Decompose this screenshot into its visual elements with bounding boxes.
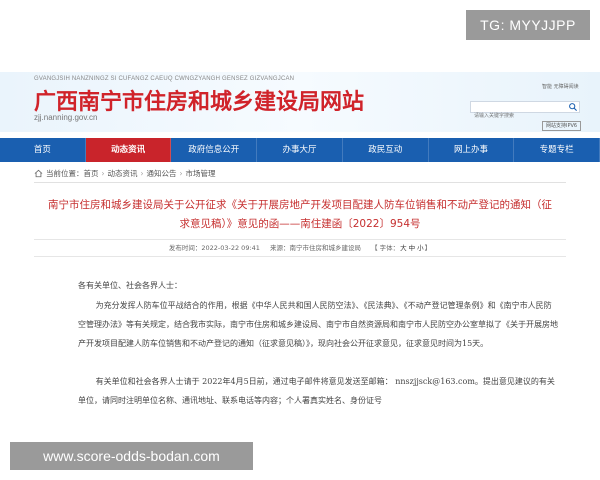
- breadcrumb-separator: ›: [140, 169, 144, 178]
- publish-time: 发布时间：2022-03-22 09:41: [168, 244, 260, 252]
- nav-item-home[interactable]: 首页: [0, 138, 86, 162]
- article-paragraph-1: 为充分发挥人防车位平战结合的作用，根据《中华人民共和国人民防空法》、《民法典》、…: [78, 301, 558, 348]
- ipv6-badge: 网站支持IPV6: [542, 121, 582, 131]
- nav-item-service-hall[interactable]: 办事大厅: [257, 138, 343, 162]
- breadcrumb-separator: ›: [179, 169, 183, 178]
- article-title: 南宁市住房和城乡建设局关于公开征求《关于开展房地产开发项目配建人防车位销售和不动…: [48, 199, 552, 230]
- nav-item-gov-info[interactable]: 政府信息公开: [171, 138, 258, 162]
- nav-item-interaction[interactable]: 政民互动: [343, 138, 429, 162]
- nav-item-news[interactable]: 动态资讯: [85, 138, 172, 162]
- header-tools: 智能 无障碍阅读 网站支持IPV6: [466, 83, 592, 131]
- font-size-close: 】: [424, 244, 432, 252]
- article-source: 来源：南宁市住房和城乡建设局: [270, 244, 361, 252]
- search-input[interactable]: [471, 111, 567, 121]
- breadcrumb-item-home[interactable]: 首页: [84, 168, 99, 179]
- watermark-badge: www.score-odds-bodan.com: [10, 442, 253, 470]
- breadcrumb-item-notices[interactable]: 通知公告: [147, 168, 177, 179]
- breadcrumb: 当前位置： 首页 › 动态资讯 › 通知公告 › 市场管理: [34, 168, 216, 179]
- font-size-label: 【 字体：: [371, 244, 400, 252]
- breadcrumb-prefix: 当前位置：: [46, 169, 84, 178]
- main-nav: 首页 动态资讯 政府信息公开 办事大厅 政民互动 网上办事 专题专栏: [0, 138, 600, 162]
- article-greeting: 各有关单位、社会各界人士：: [78, 281, 182, 290]
- search-box: [470, 101, 580, 121]
- accessibility-links[interactable]: 智能 无障碍阅读: [542, 83, 579, 90]
- tg-badge: TG: MYYJJPP: [466, 10, 590, 40]
- home-icon: [34, 169, 43, 178]
- site-domain: zjj.nanning.gov.cn: [34, 113, 98, 122]
- breadcrumb-item-news[interactable]: 动态资讯: [108, 168, 138, 179]
- site-title[interactable]: 广西南宁市住房和城乡建设局网站: [34, 84, 364, 116]
- nav-item-special-topics[interactable]: 专题专栏: [514, 138, 600, 162]
- article-paragraph-2: 有关单位和社会各界人士请于 2022年4月5日前，通过电子邮件将意见发送至邮箱：…: [78, 377, 555, 405]
- article-meta: 发布时间：2022-03-22 09:41 来源：南宁市住房和城乡建设局 【 字…: [34, 239, 566, 257]
- nav-item-online-service[interactable]: 网上办事: [429, 138, 515, 162]
- font-small-button[interactable]: 小: [417, 244, 424, 252]
- zhuang-site-name: GVANGJSIH NANZNINGZ SI CUFANGZ CAEUQ CWN…: [34, 76, 295, 82]
- font-medium-button[interactable]: 中: [409, 244, 416, 252]
- font-large-button[interactable]: 大: [400, 244, 407, 252]
- font-size-control: 【 字体：大中小】: [371, 244, 431, 252]
- breadcrumb-separator: ›: [101, 169, 105, 178]
- search-icon[interactable]: [568, 102, 578, 112]
- breadcrumb-item-market[interactable]: 市场管理: [186, 168, 216, 179]
- divider: [34, 182, 566, 183]
